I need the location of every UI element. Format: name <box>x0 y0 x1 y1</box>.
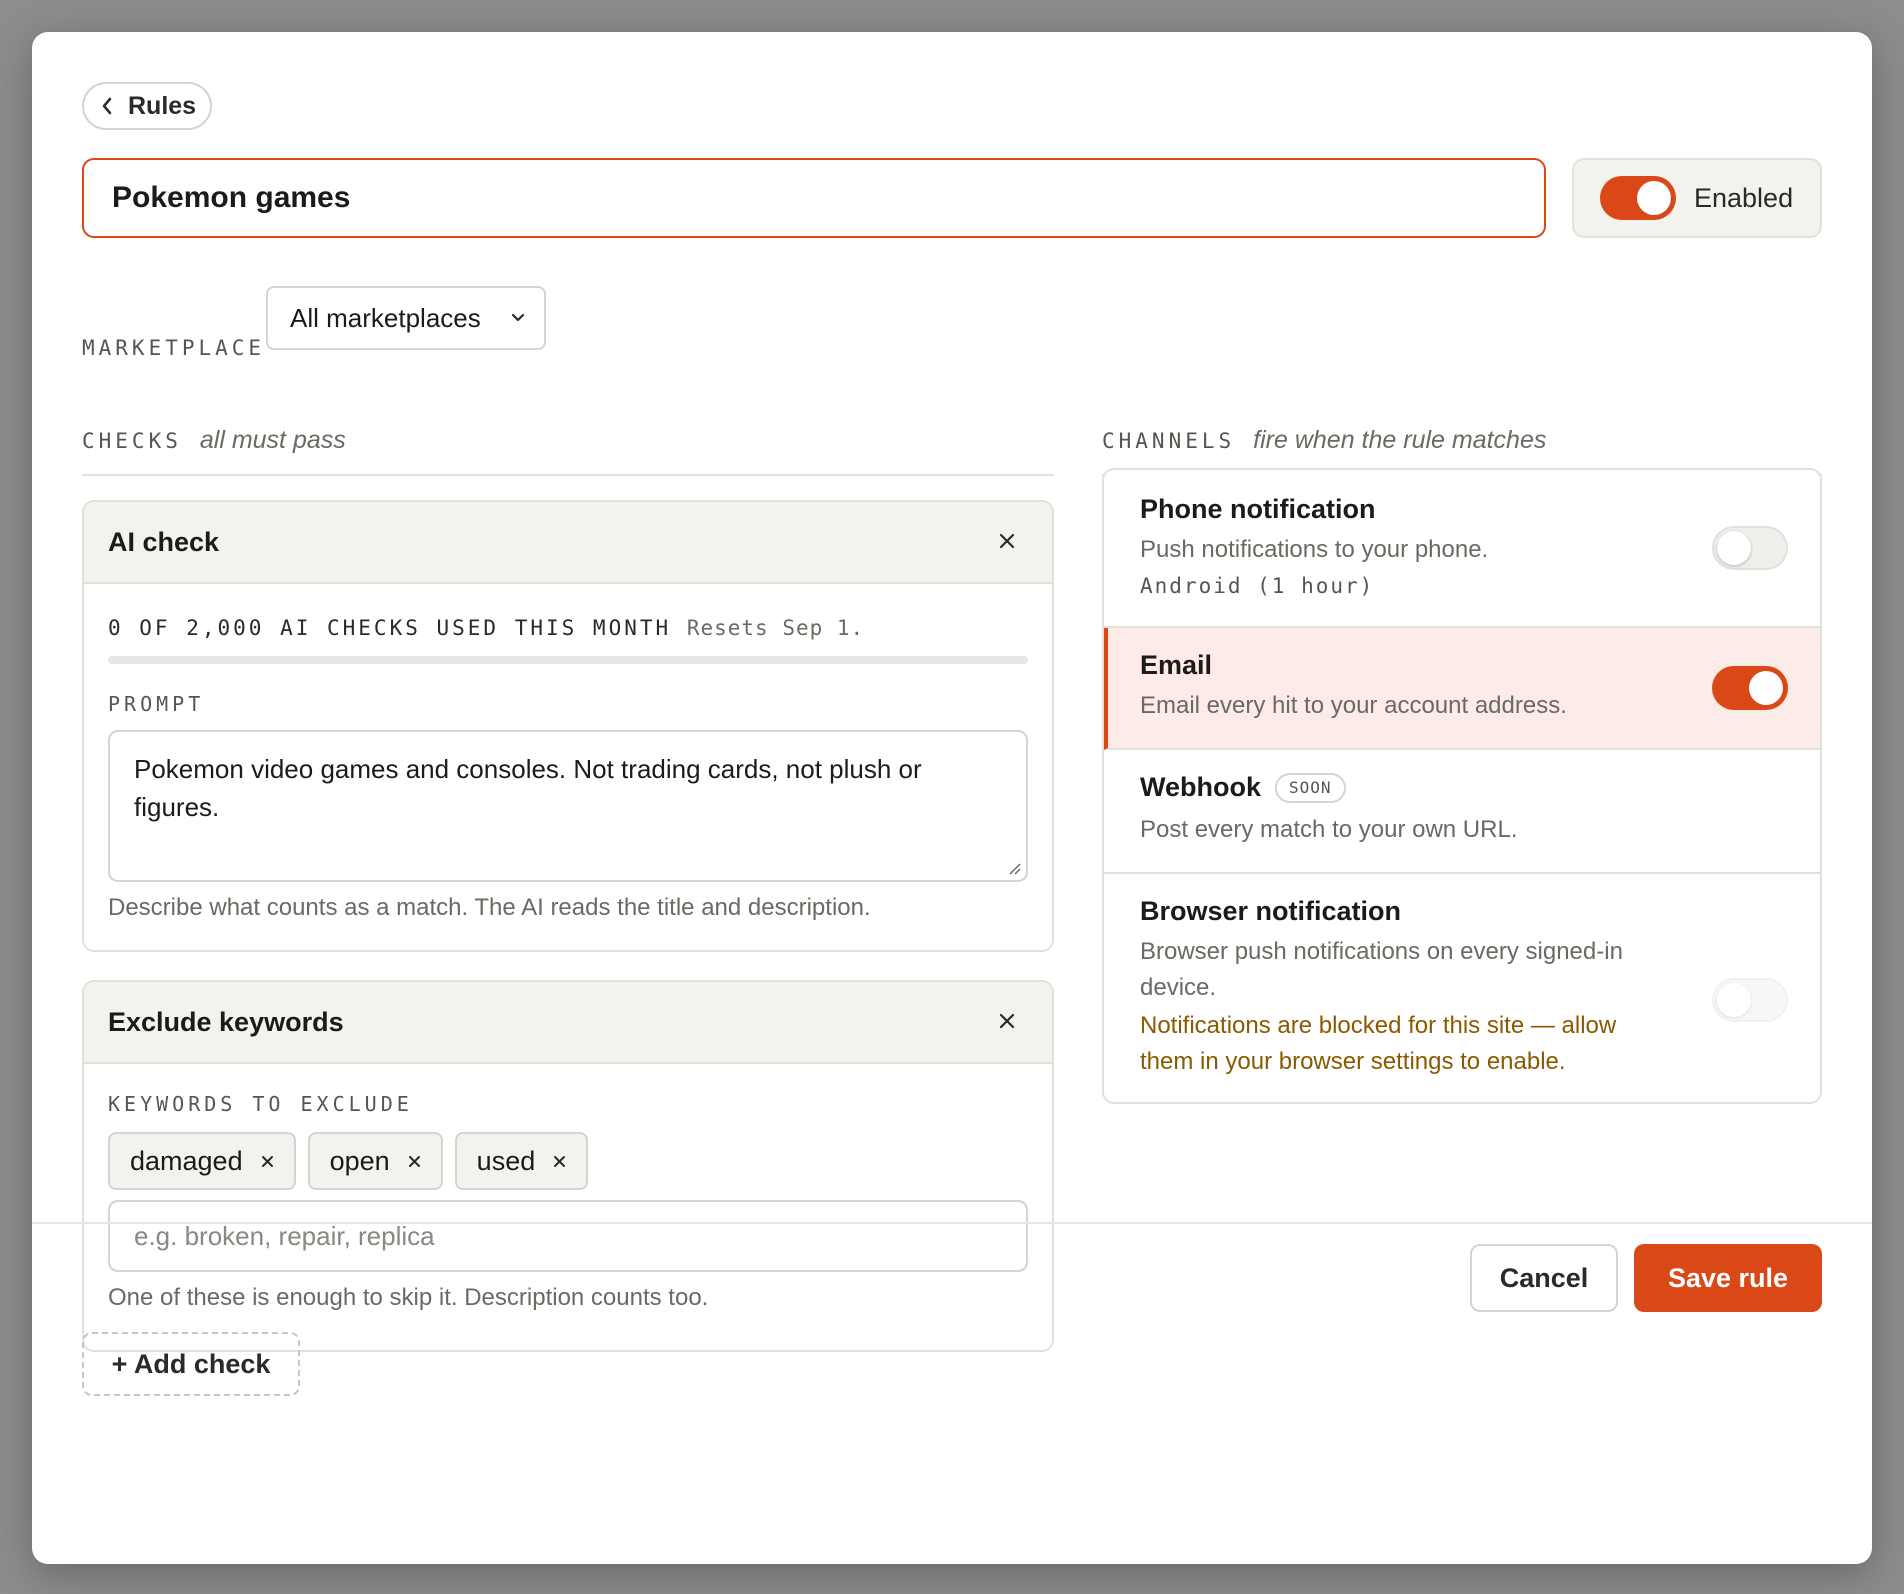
phone-toggle[interactable] <box>1712 526 1788 570</box>
channel-phone-desc: Push notifications to your phone. <box>1140 536 1489 563</box>
remove-keyword-icon[interactable] <box>261 1155 274 1168</box>
keyword-chip-label: open <box>329 1145 390 1176</box>
channel-webhook-title-text: Webhook <box>1140 772 1261 802</box>
resize-grip-icon[interactable] <box>1006 860 1022 876</box>
marketplace-label: MARKETPLACE <box>82 336 266 360</box>
rule-name-input[interactable] <box>82 158 1546 238</box>
ai-check-header: AI check <box>84 502 1052 584</box>
ai-usage-count: 0 OF 2,000 AI CHECKS USED THIS MONTH <box>108 616 672 640</box>
keyword-chips: damaged open used <box>108 1132 589 1190</box>
ai-usage-resets: Resets Sep 1. <box>686 616 865 640</box>
channels-heading: CHANNELS fire when the rule matches <box>1102 426 1546 455</box>
keyword-chip: damaged <box>108 1132 296 1190</box>
marketplace-select[interactable]: All marketplaces <box>266 286 546 350</box>
checks-heading: CHECKS all must pass <box>82 426 346 455</box>
exclude-keywords-title: Exclude keywords <box>108 1006 344 1037</box>
channels-hint: fire when the rule matches <box>1253 426 1547 454</box>
marketplace-selected-value: All marketplaces <box>290 302 481 333</box>
switch-knob <box>1717 983 1751 1017</box>
switch-knob <box>1717 531 1751 565</box>
enabled-switch[interactable] <box>1600 176 1676 220</box>
channels-heading-text: CHANNELS <box>1102 429 1236 453</box>
keyword-chip: open <box>307 1132 443 1190</box>
exclude-keywords-header: Exclude keywords <box>84 982 1052 1064</box>
rule-enabled-toggle[interactable]: Enabled <box>1572 158 1822 238</box>
soon-badge: SOON <box>1275 772 1346 803</box>
chevron-down-icon <box>511 313 525 322</box>
keyword-chip-label: used <box>476 1145 536 1176</box>
channel-browser-title: Browser notification <box>1140 896 1402 926</box>
prompt-helper: Describe what counts as a match. The AI … <box>108 894 871 921</box>
channel-phone-title: Phone notification <box>1140 494 1376 524</box>
checks-heading-text: CHECKS <box>82 429 182 453</box>
channel-webhook: Webhook SOON Post every match to your ow… <box>1104 750 1820 874</box>
keyword-chip: used <box>454 1132 589 1190</box>
channel-email-title: Email <box>1140 650 1213 680</box>
channel-phone-device: Android (1 hour) <box>1140 574 1375 598</box>
close-icon[interactable] <box>998 532 1016 550</box>
close-icon[interactable] <box>998 1012 1016 1030</box>
channel-email-desc: Email every hit to your account address. <box>1140 692 1567 719</box>
checks-hint: all must pass <box>199 426 346 454</box>
prompt-text: Pokemon video games and consoles. Not tr… <box>134 754 922 822</box>
prompt-label: PROMPT <box>108 692 205 716</box>
channel-webhook-title: Webhook SOON <box>1140 772 1346 803</box>
edit-rule-modal: Rules Enabled MARKETPLACE All marketplac… <box>32 32 1872 1564</box>
channel-browser-desc: Browser push notifications on every sign… <box>1140 938 1623 1001</box>
channels-list: Phone notification Push notifications to… <box>1102 468 1822 1104</box>
checks-divider <box>82 474 1054 476</box>
back-to-rules-button[interactable]: Rules <box>82 82 212 130</box>
channel-email[interactable]: Email Email every hit to your account ad… <box>1104 628 1820 750</box>
chevron-left-icon <box>102 97 112 115</box>
footer-divider <box>32 1222 1872 1224</box>
browser-toggle[interactable] <box>1712 978 1788 1022</box>
ai-usage-text: 0 OF 2,000 AI CHECKS USED THIS MONTH Res… <box>108 616 864 640</box>
keywords-label: KEYWORDS TO EXCLUDE <box>108 1092 413 1116</box>
remove-keyword-icon[interactable] <box>553 1155 566 1168</box>
channel-browser: Browser notification Browser push notifi… <box>1104 874 1820 1102</box>
enabled-label: Enabled <box>1694 182 1794 213</box>
back-button-label: Rules <box>128 91 197 120</box>
channel-browser-warning: Notifications are blocked for this site … <box>1140 1012 1617 1075</box>
exclude-keywords-card: Exclude keywords KEYWORDS TO EXCLUDE dam… <box>82 980 1054 1352</box>
remove-keyword-icon[interactable] <box>408 1155 421 1168</box>
ai-usage-progress-bar <box>108 656 1028 664</box>
add-check-button[interactable]: + Add check <box>82 1332 300 1396</box>
keyword-input[interactable] <box>108 1200 1028 1272</box>
channel-webhook-desc: Post every match to your own URL. <box>1140 816 1518 843</box>
email-toggle[interactable] <box>1712 666 1788 710</box>
save-rule-button[interactable]: Save rule <box>1634 1244 1822 1312</box>
keywords-helper: One of these is enough to skip it. Descr… <box>108 1284 709 1311</box>
keyword-chip-label: damaged <box>130 1145 243 1176</box>
switch-knob <box>1637 181 1671 215</box>
ai-check-title: AI check <box>108 526 220 557</box>
cancel-button[interactable]: Cancel <box>1470 1244 1618 1312</box>
prompt-textarea[interactable]: Pokemon video games and consoles. Not tr… <box>108 730 1028 882</box>
switch-knob <box>1749 671 1783 705</box>
channel-phone[interactable]: Phone notification Push notifications to… <box>1104 470 1820 628</box>
ai-check-card: AI check 0 OF 2,000 AI CHECKS USED THIS … <box>82 500 1054 952</box>
